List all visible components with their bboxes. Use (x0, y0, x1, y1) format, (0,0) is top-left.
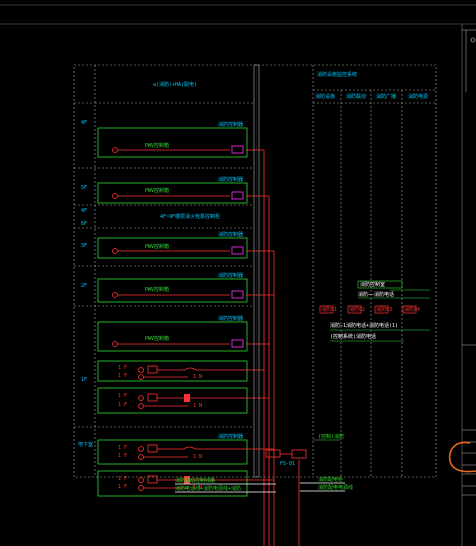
floor-label: 地下室 (78, 441, 93, 448)
svg-text:消防控制器: 消防控制器 (218, 121, 243, 128)
floor-label: 6F (81, 221, 87, 227)
svg-text:1 F: 1 F (118, 476, 127, 482)
svg-text:PWV控制箱: PWV控制箱 (145, 187, 169, 194)
right-section-title: 消防设施监控系统 (317, 71, 357, 78)
floor-dividers (74, 102, 254, 428)
svg-text:1 N: 1 N (193, 403, 202, 409)
starter-icon (147, 444, 158, 453)
svg-text:1 N: 1 N (193, 454, 202, 460)
svg-text:消防控制室: 消防控制室 (360, 281, 385, 288)
svg-text:消防控制器: 消防控制器 (218, 231, 243, 238)
panel-4f[interactable]: 消防控制器 PWV控制箱 (97, 121, 248, 158)
svg-text:1 F: 1 F (118, 393, 127, 399)
terminal-icon (231, 191, 244, 200)
svg-text:PWV控制箱: PWV控制箱 (145, 286, 169, 293)
svg-text:1 N: 1 N (193, 374, 202, 380)
panel-1f-row-a[interactable]: 1 F 1 F 1 N (97, 360, 248, 382)
breaker-icon (138, 454, 144, 460)
red-riser-lines (240, 149, 300, 546)
terminal-icon (231, 246, 244, 255)
breaker-icon (112, 292, 118, 298)
small-tag: (控制)消防 (318, 433, 344, 440)
breaker-icon (112, 341, 118, 347)
svg-text:消防配电柜: 消防配电柜 (318, 476, 343, 483)
riser-shaft (253, 64, 260, 478)
terminal-icon (231, 339, 244, 348)
svg-text:PWV控制箱: PWV控制箱 (145, 243, 169, 250)
svg-text:消防——消防电话: 消防——消防电话 (358, 291, 394, 298)
breaker-icon (138, 446, 144, 452)
cad-drawing-canvas[interactable]: a(消防)+HA(配电) 消防设施监控系统 消防设施 消防联动 消防广播 消防电… (0, 0, 476, 546)
svg-text:1 F: 1 F (118, 365, 127, 371)
right-column-header: 消防电源 (408, 93, 428, 100)
svg-text:1 F: 1 F (118, 484, 127, 490)
svg-text:消防控制器: 消防控制器 (218, 176, 243, 183)
right-column-header: 消防广播 (376, 93, 396, 100)
floor-label: 3F (81, 243, 87, 249)
panel-2f[interactable]: 消防控制器 PWV控制箱 (97, 272, 248, 303)
right-column-header: 消防联动 (346, 93, 366, 100)
svg-text:消防配电电源线: 消防配电电源线 (318, 484, 353, 491)
svg-text:消防03: 消防03 (376, 306, 392, 313)
terminal-icon (231, 145, 244, 154)
right-notes: 消防控制室 消防——消防电话 消防01 消防02 消防03 消防04 消防—1消… (319, 280, 430, 342)
svg-text:消防—1消防电话+消防电话(1): 消防—1消防电话+消防电话(1) (330, 322, 398, 329)
svg-text:消防04: 消防04 (404, 306, 420, 313)
terminal-icon (231, 290, 244, 299)
svg-text:(控制系统)消防电话: (控制系统)消防电话 (330, 333, 376, 340)
floor-note: 4F~9F楼层消火栓泵控制柜 (160, 213, 220, 220)
floor-label: 1F (81, 377, 87, 383)
marker-icon (470, 37, 476, 43)
breaker-icon (112, 193, 118, 199)
svg-text:消防联动控制线路: 消防联动控制线路 (175, 477, 215, 484)
svg-text:消防控制器: 消防控制器 (218, 433, 243, 440)
panel-1f-row-b[interactable]: 1 F 1 F 1 N (97, 387, 248, 414)
panel-5f[interactable]: 消防控制器 PWV控制箱 (97, 176, 248, 204)
drawing-frame (73, 64, 437, 478)
floor-label: 5F (81, 185, 87, 191)
breaker-icon (112, 248, 118, 254)
svg-text:1 F: 1 F (118, 402, 127, 408)
svg-text:1 F: 1 F (118, 453, 127, 459)
starter-icon (147, 393, 158, 402)
floor-label: 4F (81, 120, 87, 126)
annotation-circle (448, 441, 476, 473)
contactor-icon (184, 394, 190, 402)
starter-icon (147, 365, 158, 374)
breaker-icon (138, 367, 144, 373)
svg-text:PWV控制箱: PWV控制箱 (145, 142, 169, 149)
breaker-icon (138, 403, 144, 409)
svg-text:PWV控制箱: PWV控制箱 (145, 335, 169, 342)
panel-3f[interactable]: 消防控制器 PWV控制箱 (97, 231, 248, 259)
svg-text:FS-01: FS-01 (280, 461, 295, 467)
breaker-icon (138, 374, 144, 380)
right-column-header: 消防设施 (315, 93, 335, 100)
svg-text:消防01: 消防01 (321, 306, 337, 313)
breaker-icon (138, 477, 144, 483)
floor-label: 2F (81, 283, 87, 289)
floor-label: 4F (81, 208, 87, 214)
svg-text:消防02: 消防02 (349, 306, 365, 313)
panel-1f[interactable]: 消防控制器 PWV控制箱 (97, 315, 248, 352)
breaker-icon (138, 485, 144, 491)
svg-text:1 F: 1 F (118, 373, 127, 379)
svg-text:1 F: 1 F (118, 445, 127, 451)
breaker-icon (112, 147, 118, 153)
breaker-icon (138, 395, 144, 401)
drawing-title: a(消防)+HA(配电) (153, 81, 197, 88)
svg-text:消防电话线+消防电源线+消防: 消防电话线+消防电源线+消防 (175, 485, 241, 492)
svg-text:消防控制器: 消防控制器 (218, 315, 243, 322)
svg-text:消防控制器: 消防控制器 (218, 272, 243, 279)
title-block-fragment (462, 29, 476, 496)
bus-distribution[interactable]: FS-01 (265, 449, 307, 467)
panel-basement-a[interactable]: 消防控制器 1 F 1 F 1 N (97, 433, 248, 465)
